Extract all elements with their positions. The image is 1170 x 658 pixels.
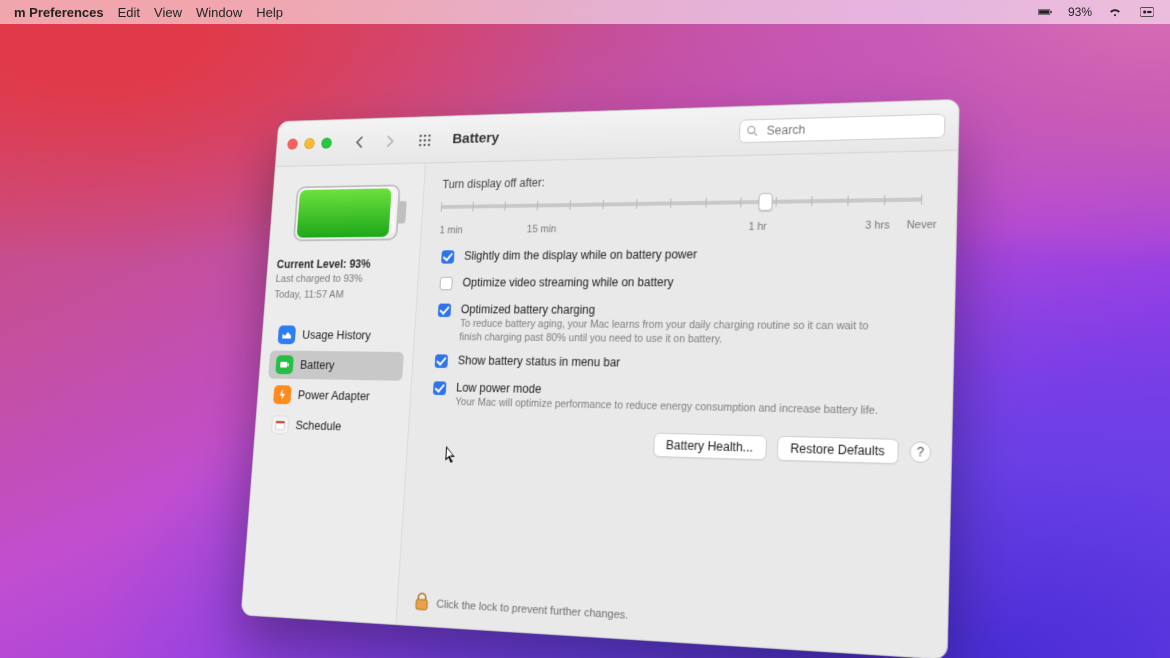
zoom-icon[interactable] bbox=[321, 138, 332, 149]
battery-icon bbox=[275, 355, 294, 374]
checkbox-optimized-charging[interactable] bbox=[438, 304, 452, 317]
battery-health-button[interactable]: Battery Health... bbox=[653, 433, 767, 461]
minimize-icon[interactable] bbox=[304, 138, 315, 149]
menu-edit[interactable]: Edit bbox=[118, 5, 140, 20]
power-adapter-icon bbox=[273, 385, 292, 404]
battery-settings-pane: Turn display off after: 1 min bbox=[396, 151, 957, 658]
sidebar-item-label: Power Adapter bbox=[297, 389, 370, 404]
macos-menubar: m Preferences Edit View Window Help 93% bbox=[0, 0, 1170, 24]
charge-timestamp: Today, 11:57 AM bbox=[274, 289, 408, 303]
window-title: Battery bbox=[452, 130, 500, 147]
sidebar-item-schedule[interactable]: Schedule bbox=[264, 411, 400, 443]
last-charged-label: Last charged to 93% bbox=[275, 273, 409, 287]
sidebar-item-battery[interactable]: Battery bbox=[268, 351, 404, 381]
close-icon[interactable] bbox=[287, 139, 298, 150]
sidebar-item-usage-history[interactable]: Usage History bbox=[270, 321, 406, 350]
sidebar-item-power-adapter[interactable]: Power Adapter bbox=[266, 381, 402, 412]
control-center-icon[interactable] bbox=[1138, 3, 1156, 21]
slider-thumb[interactable] bbox=[758, 193, 773, 211]
menu-window[interactable]: Window bbox=[196, 5, 242, 20]
lock-row[interactable]: Click the lock to prevent further change… bbox=[414, 593, 629, 627]
help-button[interactable]: ? bbox=[909, 442, 931, 464]
show-all-grid-button[interactable] bbox=[413, 130, 437, 151]
battery-large-icon bbox=[292, 185, 400, 242]
usage-history-icon bbox=[278, 326, 297, 345]
restore-defaults-button[interactable]: Restore Defaults bbox=[776, 436, 899, 465]
system-preferences-window: Battery Current Level: 93% Last charged … bbox=[241, 99, 960, 658]
search-input[interactable] bbox=[764, 118, 938, 139]
battery-sidebar: Current Level: 93% Last charged to 93% T… bbox=[242, 164, 426, 625]
sidebar-item-label: Usage History bbox=[302, 329, 371, 343]
sidebar-item-label: Battery bbox=[300, 359, 335, 373]
display-off-label: Turn display off after: bbox=[442, 168, 938, 192]
menu-view[interactable]: View bbox=[154, 5, 182, 20]
checkbox-dim-display[interactable] bbox=[441, 251, 454, 264]
checkbox-menu-bar-status[interactable] bbox=[435, 355, 449, 369]
menubar-app-name[interactable]: m Preferences bbox=[14, 5, 104, 20]
lock-icon[interactable] bbox=[414, 593, 430, 615]
nav-forward-button[interactable] bbox=[378, 131, 402, 152]
wifi-icon[interactable] bbox=[1106, 3, 1124, 21]
opt-low-power-mode[interactable]: Low power mode Your Mac will optimize pe… bbox=[428, 381, 932, 421]
nav-back-button[interactable] bbox=[348, 132, 372, 153]
menubar-battery-icon[interactable] bbox=[1036, 3, 1054, 21]
sidebar-item-label: Schedule bbox=[295, 419, 342, 434]
lock-text: Click the lock to prevent further change… bbox=[436, 598, 628, 622]
schedule-icon bbox=[271, 415, 290, 434]
mouse-cursor-icon bbox=[445, 446, 459, 466]
menu-help[interactable]: Help bbox=[256, 5, 283, 20]
current-level-label: Current Level: 93% bbox=[276, 258, 410, 272]
menubar-battery-percent: 93% bbox=[1068, 5, 1092, 19]
checkbox-low-power-mode[interactable] bbox=[433, 382, 447, 396]
opt-optimized-charging[interactable]: Optimized battery charging To reduce bat… bbox=[432, 303, 934, 349]
macos-desktop: m Preferences Edit View Window Help 93% bbox=[0, 0, 1170, 658]
traffic-lights bbox=[287, 138, 332, 150]
checkbox-optimize-video[interactable] bbox=[439, 277, 453, 290]
search-field[interactable] bbox=[739, 113, 946, 143]
opt-dim-display[interactable]: Slightly dim the display while on batter… bbox=[437, 246, 936, 267]
opt-optimize-video[interactable]: Optimize video streaming while on batter… bbox=[436, 275, 936, 294]
opt-menu-bar-status[interactable]: Show battery status in menu bar bbox=[431, 354, 934, 379]
